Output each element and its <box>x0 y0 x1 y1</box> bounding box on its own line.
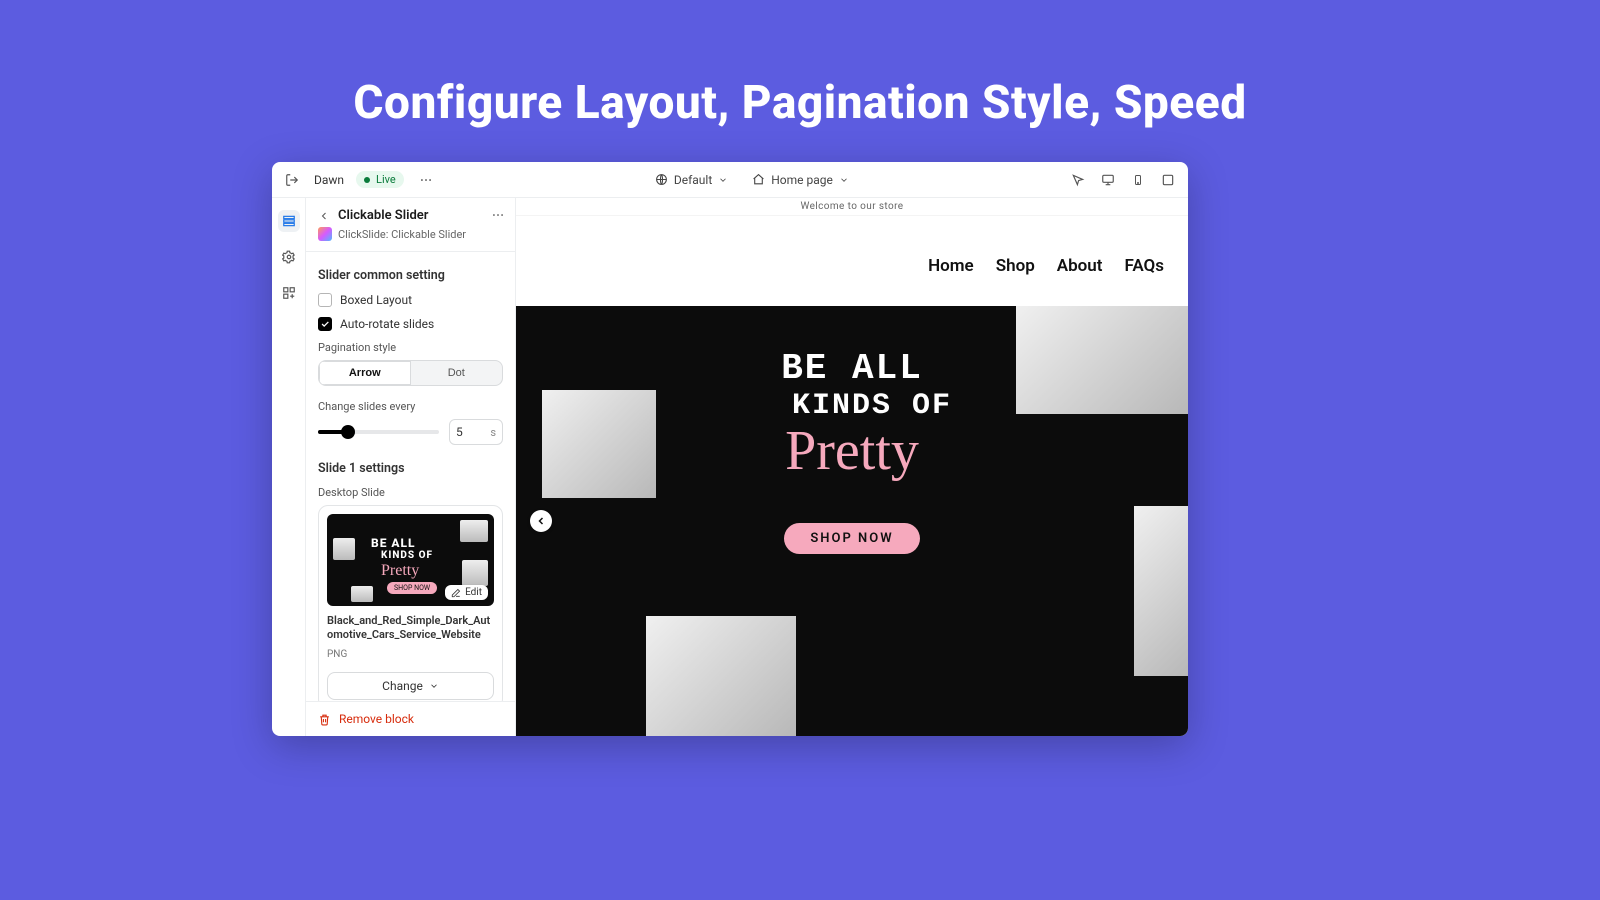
trash-icon <box>318 713 331 726</box>
section-common-title: Slider common setting <box>318 268 503 283</box>
panel-title: Clickable Slider <box>338 208 428 223</box>
slide-thumbnail-card: BE ALL KINDS OF Pretty SHOP NOW Edit Bla… <box>318 505 503 701</box>
thumb-text: BE ALL <box>371 536 416 550</box>
hero-script: Pretty <box>752 419 952 483</box>
change-every-input[interactable]: 5 s <box>449 419 503 445</box>
thumb-photo-icon <box>462 560 488 586</box>
page-selector[interactable]: Home page <box>752 173 849 187</box>
chevron-down-icon <box>718 175 728 185</box>
hero-line1: BE ALL <box>752 348 952 389</box>
mobile-view-icon[interactable] <box>1128 170 1148 190</box>
block-settings-panel: Clickable Slider ClickSlide: Clickable S… <box>306 198 516 736</box>
nav-shop[interactable]: Shop <box>996 256 1035 276</box>
hero-photo-icon <box>1016 306 1188 414</box>
section-slide1-title: Slide 1 settings <box>318 461 503 476</box>
hero-slide: BE ALL KINDS OF Pretty SHOP NOW <box>516 306 1188 736</box>
edit-slide-button[interactable]: Edit <box>445 585 488 600</box>
change-image-button[interactable]: Change <box>327 672 494 700</box>
slider-thumb-icon[interactable] <box>341 425 355 439</box>
hero-photo-icon <box>542 390 656 498</box>
chevron-left-icon <box>535 515 547 527</box>
app-label: ClickSlide: Clickable Slider <box>338 228 466 241</box>
slide-file-type: PNG <box>327 649 494 660</box>
more-icon[interactable] <box>416 170 436 190</box>
app-attribution: ClickSlide: Clickable Slider <box>306 227 515 251</box>
thumb-cta: SHOP NOW <box>387 582 437 594</box>
hero-line2: KINDS OF <box>792 389 952 423</box>
settings-rail-icon[interactable] <box>278 246 300 268</box>
autorotate-checkbox[interactable] <box>318 317 332 331</box>
autorotate-label: Auto-rotate slides <box>340 317 434 331</box>
nav-home[interactable]: Home <box>928 256 974 276</box>
fullwidth-view-icon[interactable] <box>1158 170 1178 190</box>
thumb-text: Pretty <box>381 562 419 580</box>
panel-more-icon[interactable] <box>491 208 505 222</box>
globe-icon <box>655 173 668 186</box>
apps-rail-icon[interactable] <box>278 282 300 304</box>
hero-photo-icon <box>1134 506 1188 676</box>
pagination-arrow-option[interactable]: Arrow <box>319 361 411 385</box>
nav-rail <box>272 198 306 736</box>
nav-faqs[interactable]: FAQs <box>1124 256 1164 276</box>
exit-icon[interactable] <box>282 170 302 190</box>
status-badge: Live <box>356 171 404 188</box>
pencil-icon <box>451 588 461 598</box>
hero-photo-icon <box>646 616 796 736</box>
inspector-icon[interactable] <box>1068 170 1088 190</box>
slide-thumbnail: BE ALL KINDS OF Pretty SHOP NOW Edit <box>327 514 494 606</box>
nav-about[interactable]: About <box>1057 256 1103 276</box>
chevron-down-icon <box>429 681 439 691</box>
change-every-value: 5 <box>456 425 463 439</box>
home-icon <box>752 173 765 186</box>
slide-file-name: Black_and_Red_Simple_Dark_Automotive_Car… <box>327 614 494 643</box>
page-label: Home page <box>771 173 833 187</box>
site-nav: Home Shop About FAQs <box>516 240 1188 296</box>
remove-block-button[interactable]: Remove block <box>306 701 515 736</box>
remove-block-label: Remove block <box>339 712 414 726</box>
thumb-text: KINDS OF <box>381 550 433 561</box>
boxed-layout-label: Boxed Layout <box>340 293 412 307</box>
app-frame: Dawn Live Default Home page <box>272 162 1188 736</box>
change-label: Change <box>382 679 423 693</box>
theme-name: Dawn <box>314 173 344 187</box>
page-hero-title: Configure Layout, Pagination Style, Spee… <box>0 0 1600 130</box>
hero-cta-button[interactable]: SHOP NOW <box>784 523 919 554</box>
change-every-unit: s <box>490 426 496 439</box>
status-label: Live <box>376 173 396 186</box>
pagination-dot-option[interactable]: Dot <box>411 361 503 385</box>
thumb-photo-icon <box>460 520 488 542</box>
pagination-style-segmented: Arrow Dot <box>318 360 503 386</box>
topbar: Dawn Live Default Home page <box>272 162 1188 198</box>
thumb-photo-icon <box>333 538 355 560</box>
preset-label: Default <box>674 173 712 187</box>
app-icon <box>318 227 332 241</box>
preset-selector[interactable]: Default <box>655 173 728 187</box>
desktop-slide-label: Desktop Slide <box>318 486 503 499</box>
change-every-label: Change slides every <box>318 400 503 413</box>
chevron-down-icon <box>839 175 849 185</box>
change-every-slider[interactable] <box>318 430 439 434</box>
pagination-style-label: Pagination style <box>318 341 503 354</box>
boxed-layout-checkbox[interactable] <box>318 293 332 307</box>
preview-canvas: Welcome to our store Home Shop About FAQ… <box>516 198 1188 736</box>
thumb-photo-icon <box>351 586 373 602</box>
desktop-view-icon[interactable] <box>1098 170 1118 190</box>
status-dot-icon <box>364 177 370 183</box>
prev-slide-button[interactable] <box>530 510 552 532</box>
announcement-bar: Welcome to our store <box>516 198 1188 216</box>
edit-label: Edit <box>465 587 482 598</box>
back-icon[interactable] <box>318 210 330 222</box>
sections-rail-icon[interactable] <box>278 210 300 232</box>
